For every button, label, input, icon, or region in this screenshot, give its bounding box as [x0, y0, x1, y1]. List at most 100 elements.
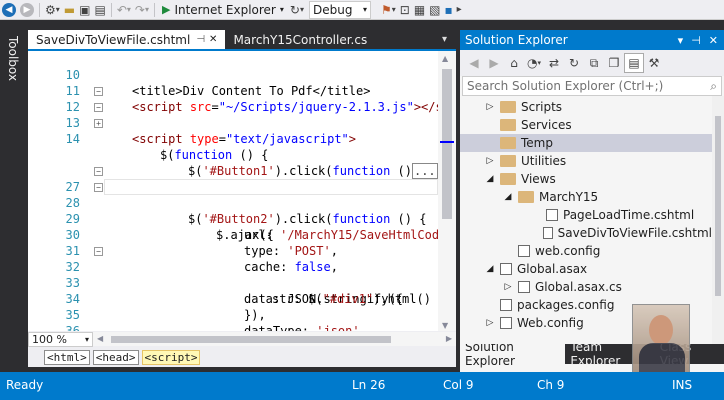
code-text: <script type="text/javascript"> [132, 132, 357, 146]
scrollbar-thumb[interactable] [111, 336, 391, 343]
breadcrumb-head[interactable]: <head> [92, 349, 139, 365]
pin-icon[interactable]: ⊣ [196, 34, 205, 45]
scrollbar-thumb[interactable] [715, 116, 721, 296]
copy-button[interactable]: ❐ [604, 53, 624, 73]
solution-explorer-scrollbar[interactable] [712, 96, 724, 344]
tree-node-temp[interactable]: Temp [460, 134, 712, 152]
close-icon[interactable]: ✕ [709, 34, 718, 47]
csharp-file-icon [518, 281, 530, 293]
expand-arrow-icon[interactable]: ▷ [502, 282, 514, 292]
new-project-button[interactable]: ⚙ ▾ [45, 1, 60, 19]
back-button[interactable]: ◀ [464, 53, 484, 73]
comment-button[interactable]: ▦ [414, 1, 425, 19]
toolbar-separator [153, 2, 155, 17]
fold-collapse-icon[interactable]: − [94, 247, 103, 256]
uncomment-button[interactable]: ▧ [429, 1, 440, 19]
tree-node-views[interactable]: ◢ Views [460, 170, 712, 188]
redo-button[interactable]: ↷ ▾ [135, 1, 149, 19]
back-arrow-icon: ◀ [469, 56, 479, 70]
code-line: 27 − $('#Button2').click(function () { [28, 163, 438, 226]
tab-savedivtoviewfile[interactable]: SaveDivToViewFile.cshtml ⊣ ✕ [28, 30, 226, 49]
folder-icon [500, 119, 516, 131]
tree-node-pageloadtime[interactable]: PageLoadTime.cshtml [460, 206, 712, 224]
solution-configuration-select[interactable]: Debug ▾ [308, 0, 371, 19]
toolbar-more-button[interactable]: ▸ [457, 1, 462, 19]
save-button[interactable]: ▣ [79, 1, 90, 19]
properties-button[interactable]: ⚒ [644, 53, 664, 73]
pending-changes-filter-button[interactable]: ◔ ▾ [524, 53, 544, 73]
status-char: Ch 9 [537, 378, 565, 392]
code-editor[interactable]: 10 <title>Div Content To Pdf</title> 11 … [28, 49, 456, 331]
tab-marchy15controller[interactable]: MarchY15Controller.cs [225, 30, 375, 49]
tree-node-services[interactable]: Services [460, 116, 712, 134]
refresh-button[interactable]: ↻ ▾ [290, 1, 304, 19]
code-line: 35 dataType: 'json', [28, 291, 438, 331]
node-label: Global.asax.cs [535, 280, 622, 294]
fold-collapse-icon[interactable]: − [94, 103, 103, 112]
home-button[interactable]: ⌂ [504, 53, 524, 73]
fold-expand-icon[interactable]: + [94, 119, 103, 128]
asax-file-icon [500, 263, 512, 275]
forward-button[interactable]: ▶ [20, 1, 34, 19]
tab-solution-explorer[interactable]: Solution Explorer [460, 340, 566, 368]
code-line: 37 }); [28, 323, 438, 331]
breadcrumb-script[interactable]: <script> [141, 349, 201, 365]
auto-hide-pin-icon[interactable]: ⊣ [691, 34, 701, 47]
collapse-arrow-icon[interactable]: ◢ [484, 264, 496, 274]
sync-with-active-document-button[interactable]: ⇄ [544, 53, 564, 73]
close-icon[interactable]: ✕ [209, 34, 217, 45]
expand-arrow-icon[interactable]: ▷ [484, 102, 496, 112]
folder-open-icon [500, 173, 516, 185]
fold-collapse-icon[interactable]: − [94, 87, 103, 96]
scroll-down-icon[interactable]: ▼ [442, 321, 448, 330]
tree-node-utilities[interactable]: ▷ Utilities [460, 152, 712, 170]
solution-explorer-toolbar: ◀ ▶ ⌂ ◔ ▾ ⇄ ↻ ⧉ ❐ ▤ ⚒ [460, 50, 724, 76]
search-icon: ⌕ [710, 78, 717, 93]
browser-link-button[interactable]: ⚑ ▾ [381, 1, 396, 19]
undo-button[interactable]: ↶ ▾ [117, 1, 131, 19]
node-label: Views [521, 172, 556, 186]
tree-node-scripts[interactable]: ▷ Scripts [460, 98, 712, 116]
code-text: $(function () { [160, 148, 269, 162]
zoom-select[interactable]: 100 % ▾ [28, 331, 93, 347]
main-toolbar: ◀ ▶ ⚙ ▾ ▬ ▣ ▤ ↶ ▾ ↷ ▾ ▶ Internet Explorer ▾… [0, 0, 724, 20]
show-all-files-icon: ▤ [628, 56, 640, 70]
expand-arrow-icon[interactable]: ▷ [484, 318, 496, 328]
code-line: 29 url: '/MarchY15/SaveHtmlCod [28, 195, 440, 242]
collapse-arrow-icon[interactable]: ◢ [484, 174, 496, 184]
tree-node-views-web-config[interactable]: web.config [460, 242, 712, 260]
back-button[interactable]: ◀ [2, 1, 16, 19]
collapse-arrow-icon[interactable]: ◢ [502, 192, 514, 202]
status-text: Ready [6, 378, 44, 392]
save-all-button[interactable]: ▤ [94, 1, 105, 19]
open-file-button[interactable]: ▬ [64, 1, 75, 19]
tab-overflow-dropdown[interactable]: ▾ [442, 30, 456, 49]
scroll-up-icon[interactable]: ▲ [442, 54, 448, 63]
tree-node-global-asax-cs[interactable]: ▷ Global.asax.cs [460, 278, 712, 296]
toolbar-separator [39, 2, 40, 17]
solution-explorer-search[interactable]: Search Solution Explorer (Ctrl+;) ⌕ [462, 76, 722, 96]
tree-node-marchy15[interactable]: ◢ MarchY15 [460, 188, 712, 206]
toolbox-tab[interactable]: Toolbox [6, 36, 20, 81]
tree-node-global-asax[interactable]: ◢ Global.asax [460, 260, 712, 278]
scroll-left-icon[interactable]: ◀ [97, 334, 103, 343]
editor-horizontal-scrollbar[interactable]: ◀ ▶ [93, 332, 456, 346]
expand-arrow-icon[interactable]: ▷ [484, 156, 496, 166]
start-debugging-button[interactable]: ▶ Internet Explorer ▾ [158, 1, 288, 19]
more-icon: ▸ [456, 4, 462, 15]
node-label: SaveDivToViewFile.cshtml [557, 226, 712, 240]
collapse-all-button[interactable]: ⧉ [584, 53, 604, 73]
tree-node-savedivtoviewfile[interactable]: SaveDivToViewFile.cshtml [460, 224, 712, 242]
fold-collapse-icon[interactable]: − [94, 167, 103, 176]
show-all-files-button[interactable]: ▤ [624, 53, 644, 73]
scrollbar-thumb[interactable] [442, 69, 452, 219]
window-position-icon[interactable]: ▾ [678, 34, 684, 47]
find-in-files-button[interactable]: ⊡ [400, 1, 410, 19]
forward-button[interactable]: ▶ [484, 53, 504, 73]
editor-vertical-scrollbar[interactable]: ▲ ▼ [438, 51, 456, 331]
breadcrumb-html[interactable]: <html> [44, 349, 90, 365]
refresh-button[interactable]: ↻ [564, 53, 584, 73]
fold-collapse-icon[interactable]: − [94, 183, 103, 192]
bookmark-button[interactable]: ▪ [445, 1, 453, 19]
scroll-right-icon[interactable]: ▶ [446, 334, 452, 343]
